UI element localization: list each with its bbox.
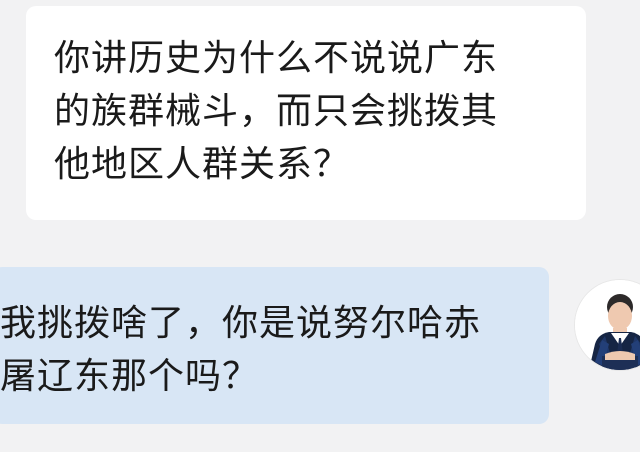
user-avatar-icon bbox=[575, 280, 640, 370]
outgoing-message-text: 我挑拨啥了，你是说努尔哈赤 屠辽东那个吗？ bbox=[0, 303, 482, 397]
incoming-message-text: 你讲历史为什么不说说广东 的族群械斗，而只会挑拨其 他地区人群关系？ bbox=[54, 38, 499, 185]
outgoing-message-bubble: 我挑拨啥了，你是说努尔哈赤 屠辽东那个吗？ bbox=[0, 267, 549, 424]
incoming-message-bubble: 你讲历史为什么不说说广东 的族群械斗，而只会挑拨其 他地区人群关系？ bbox=[26, 6, 586, 220]
user-avatar[interactable] bbox=[575, 280, 640, 370]
